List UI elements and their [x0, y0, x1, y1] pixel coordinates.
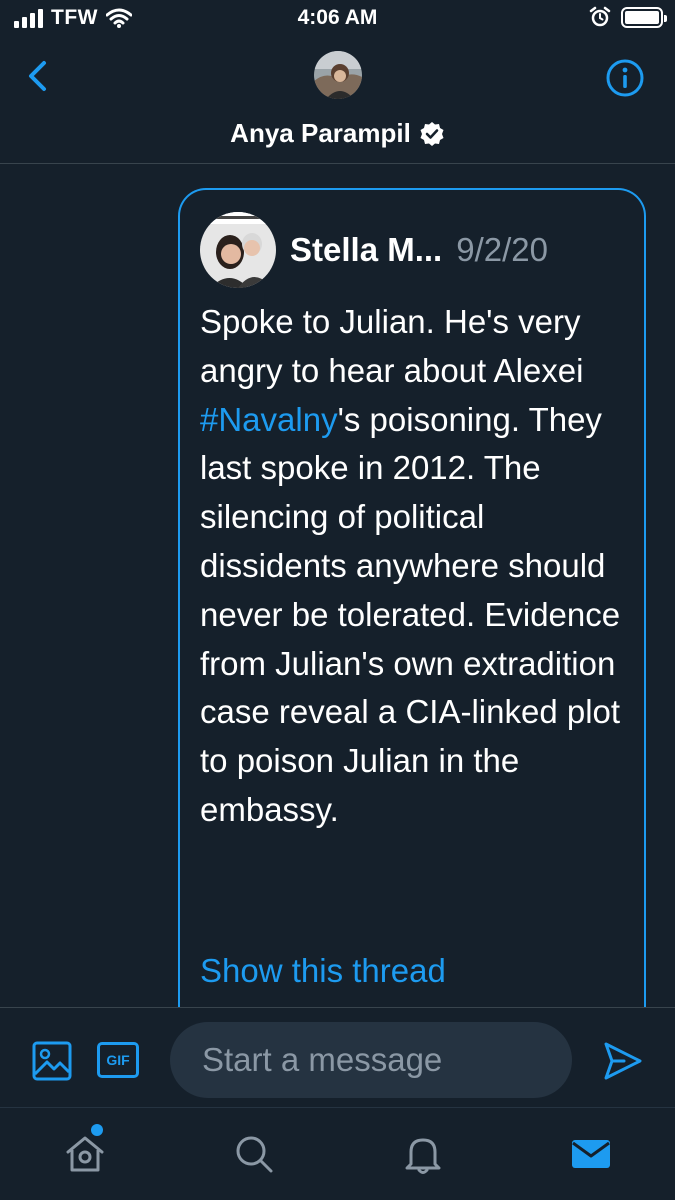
tweet-author-name[interactable]: Stella M... [290, 231, 442, 269]
battery-icon [621, 6, 667, 28]
conversation-header: Anya Parampil [0, 40, 675, 164]
alarm-icon [589, 6, 611, 27]
info-button[interactable] [605, 58, 645, 98]
messages-icon [572, 1140, 610, 1168]
status-right [589, 6, 667, 28]
tab-search[interactable] [232, 1132, 276, 1176]
send-button[interactable] [602, 1040, 644, 1082]
message-composer: GIF [0, 1007, 675, 1107]
add-gif-button[interactable]: GIF [97, 1042, 139, 1078]
show-thread-link[interactable]: Show this thread [200, 952, 446, 990]
home-notification-dot [91, 1124, 103, 1136]
tweet-text-end: 's poisoning. They last spoke in 2012. T… [200, 400, 621, 828]
back-button[interactable] [20, 58, 56, 94]
hashtag-link[interactable]: #Navalny [200, 401, 338, 438]
tab-messages[interactable] [569, 1132, 613, 1176]
status-time: 4:06 AM [297, 6, 378, 29]
tweet-text-start: Spoke to Julian. He's very angry to hear… [200, 303, 584, 389]
battery-level [625, 10, 659, 24]
verified-badge-icon [420, 121, 444, 146]
notifications-icon [405, 1138, 441, 1174]
tab-home[interactable] [63, 1124, 107, 1176]
tweet-text: Spoke to Julian. He's very angry to hear… [200, 298, 630, 835]
home-icon [66, 1136, 104, 1172]
add-image-button[interactable] [32, 1041, 72, 1081]
bottom-tab-bar [0, 1107, 675, 1200]
message-input[interactable] [170, 1022, 572, 1098]
status-bar: TFW 4:06 AM [0, 0, 675, 40]
tweet-date: 9/2/20 [456, 231, 548, 268]
shared-tweet-card[interactable]: Stella M... 9/2/20 Spoke to Julian. He's… [178, 188, 646, 1048]
contact-name-row[interactable]: Anya Parampil [0, 118, 675, 149]
search-icon [236, 1136, 273, 1173]
dm-conversation-screen: TFW 4:06 AM Anya Parampil Stella M... 9/… [0, 0, 675, 1200]
tweet-header: Stella M... 9/2/20 [200, 212, 548, 288]
contact-avatar[interactable] [314, 51, 362, 99]
tab-notifications[interactable] [401, 1132, 445, 1176]
contact-name: Anya Parampil [230, 118, 411, 148]
tweet-author-avatar[interactable] [200, 212, 276, 288]
